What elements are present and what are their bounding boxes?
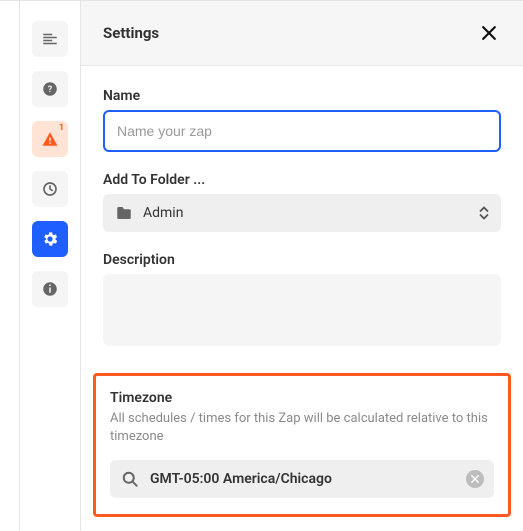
timezone-value: GMT-05:00 America/Chicago bbox=[150, 471, 456, 487]
gear-icon bbox=[41, 230, 59, 248]
close-icon bbox=[479, 23, 499, 43]
folder-icon bbox=[115, 205, 133, 221]
sidebar-item-history[interactable] bbox=[32, 171, 68, 207]
timezone-label: Timezone bbox=[110, 390, 494, 406]
timezone-select[interactable]: GMT-05:00 America/Chicago bbox=[110, 460, 494, 498]
name-input[interactable] bbox=[103, 110, 501, 152]
timezone-clear-button[interactable] bbox=[466, 470, 484, 488]
x-icon bbox=[471, 475, 479, 483]
folder-label: Add To Folder ... bbox=[103, 172, 501, 188]
description-label: Description bbox=[103, 252, 501, 268]
alert-icon bbox=[41, 130, 59, 148]
search-icon bbox=[120, 469, 140, 489]
folder-select[interactable]: Admin bbox=[103, 194, 501, 232]
clock-icon bbox=[41, 180, 59, 198]
description-section: Description bbox=[103, 252, 501, 350]
name-section: Name bbox=[103, 88, 501, 152]
panel-title: Settings bbox=[103, 24, 159, 42]
panel-header: Settings bbox=[81, 1, 523, 66]
sidebar-rail: ? 1 bbox=[20, 1, 80, 531]
sidebar-item-outline[interactable] bbox=[32, 21, 68, 57]
timezone-help: All schedules / times for this Zap will … bbox=[110, 410, 494, 446]
close-button[interactable] bbox=[477, 21, 501, 45]
folder-section: Add To Folder ... Admin bbox=[103, 172, 501, 232]
sidebar-item-settings[interactable] bbox=[32, 221, 68, 257]
settings-panel: Settings Name Add To Folder ... Admin bbox=[80, 1, 523, 531]
svg-text:?: ? bbox=[48, 85, 53, 95]
left-gutter bbox=[0, 1, 20, 531]
chevron-updown-icon bbox=[479, 207, 489, 220]
outline-icon bbox=[41, 30, 59, 48]
sidebar-item-help[interactable]: ? bbox=[32, 71, 68, 107]
help-icon: ? bbox=[41, 80, 59, 98]
description-input[interactable] bbox=[103, 274, 501, 346]
alert-badge: 1 bbox=[59, 124, 64, 133]
name-label: Name bbox=[103, 88, 501, 104]
info-icon bbox=[41, 280, 59, 298]
timezone-callout: Timezone All schedules / times for this … bbox=[93, 373, 511, 517]
sidebar-item-alerts[interactable]: 1 bbox=[32, 121, 68, 157]
sidebar-item-info[interactable] bbox=[32, 271, 68, 307]
folder-value: Admin bbox=[143, 205, 183, 221]
